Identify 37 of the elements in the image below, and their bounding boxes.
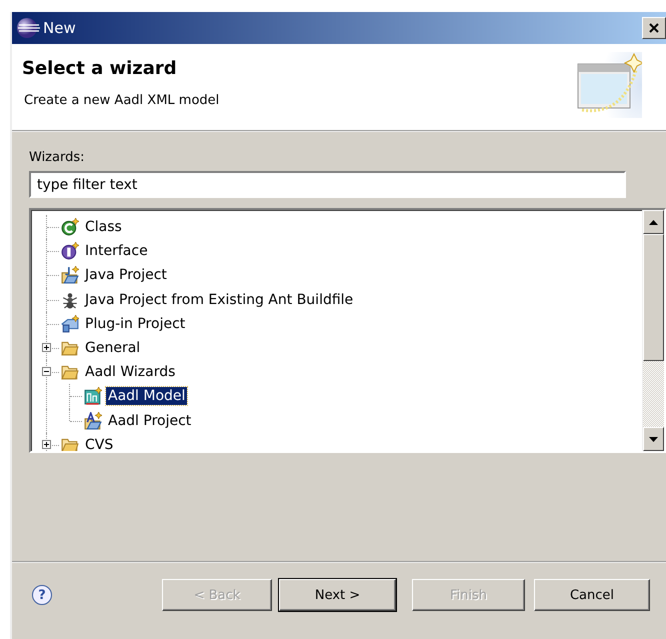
model-icon [84,387,102,406]
page-description: Create a new Aadl XML model [23,93,220,108]
app-icon [16,17,40,39]
close-icon [649,23,659,33]
folder-icon [61,363,79,382]
wizard-icon [576,52,642,118]
project-icon [84,412,102,430]
tree-item[interactable]: Java Project from Existing Ant Buildfile [83,290,356,309]
tree-item[interactable]: Plug-in Project [83,314,188,333]
scrollbar[interactable] [642,210,664,451]
up-arrow-icon[interactable] [649,220,658,224]
interface-icon [61,242,79,260]
window-title: New [43,19,76,37]
wizards-label: Wizards: [29,150,86,165]
project-icon [61,266,79,284]
tree-item[interactable]: General [83,339,142,358]
folder-icon [61,339,79,358]
help-button[interactable]: ? [32,585,52,605]
expand-icon[interactable] [42,342,51,352]
tree-item[interactable]: Interface [83,242,150,260]
tree-item[interactable]: Java Project [83,266,169,284]
filter-field[interactable]: type filter text [29,171,626,198]
tree-item[interactable]: Aadl Wizards [83,363,178,382]
collapse-icon[interactable] [42,367,51,376]
wizard-button[interactable]: Cancel [534,579,650,611]
expand-icon[interactable] [42,440,51,449]
page-title: Select a wizard [22,58,178,79]
tree-item[interactable]: Class [83,218,124,236]
close-button[interactable] [642,17,666,39]
class-icon [61,218,79,236]
down-arrow-icon[interactable] [649,436,658,442]
tree-item[interactable]: CVS [83,436,116,451]
tree-item[interactable]: Aadl Project [106,412,194,430]
tree-item[interactable]: Aadl Model [106,387,188,406]
wizard-button[interactable]: Next > [279,579,396,611]
ant-icon [61,290,79,309]
plugin-icon [61,314,79,333]
